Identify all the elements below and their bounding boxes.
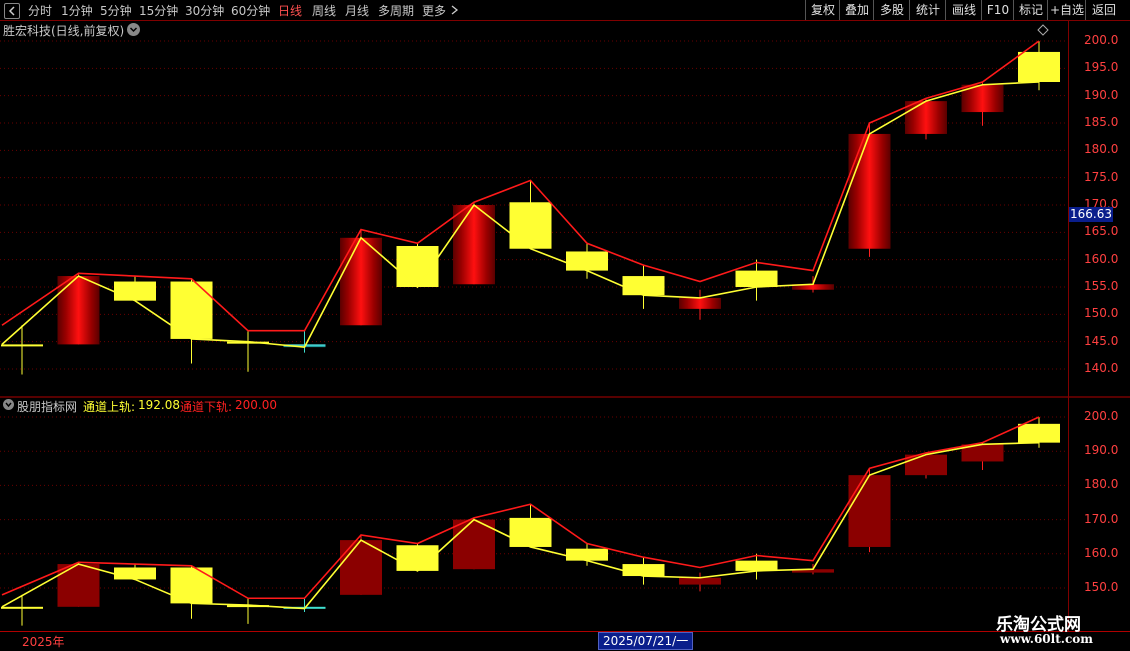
axis-tick-label: 155.0 [1084, 279, 1119, 293]
indicator-menu-button[interactable] [3, 399, 14, 410]
chevron-right-icon [451, 5, 459, 15]
candle-body [57, 564, 100, 607]
period-toolbar: 分时 1分钟 5分钟 15分钟 30分钟 60分钟 日线 周线 月线 多周期 更… [0, 0, 1130, 21]
chevron-down-icon [5, 402, 12, 408]
multi-stock-button[interactable]: 多股 [873, 0, 910, 20]
statistics-button[interactable]: 统计 [909, 0, 946, 20]
axis-tick-label: 200.0 [1084, 409, 1119, 423]
adjust-button[interactable]: 复权 [805, 0, 840, 20]
diamond-icon[interactable] [1037, 24, 1049, 36]
candle-body [1, 606, 43, 609]
indicator-grid [0, 416, 1068, 589]
candle-body [848, 475, 891, 547]
back-button[interactable]: 返回 [1085, 0, 1122, 20]
period-tab-5min[interactable]: 5分钟 [100, 2, 132, 19]
candle-body [622, 564, 665, 577]
period-tab-multi[interactable]: 多周期 [378, 2, 414, 19]
year-label: 2025年 [22, 635, 65, 649]
candle-body [679, 577, 721, 585]
add-watchlist-button[interactable]: +自选 [1047, 0, 1086, 20]
period-tab-timeshare[interactable]: 分时 [28, 2, 52, 19]
period-tab-15min[interactable]: 15分钟 [139, 2, 178, 19]
axis-tick-label: 190.0 [1084, 443, 1119, 458]
candle-body [57, 276, 100, 345]
period-tab-30min[interactable]: 30分钟 [185, 2, 224, 19]
period-tab-weekly[interactable]: 周线 [312, 2, 336, 19]
axis-tick-label: 145.0 [1084, 333, 1119, 348]
candle-body [566, 548, 608, 561]
period-tab-daily[interactable]: 日线 [278, 2, 302, 19]
candle-body [1018, 423, 1060, 443]
axis-tick-label: 160.0 [1084, 545, 1119, 560]
kline-chart-area[interactable] [0, 21, 1130, 631]
axis-tick-label: 160.0 [1084, 251, 1119, 266]
cursor-date-label: 2025/07/21/一 [598, 632, 694, 650]
axis-tick-label: 140.0 [1084, 361, 1119, 375]
candle-body [170, 281, 213, 339]
axis-tick-label: 200.0 [1084, 33, 1119, 47]
last-price-tag: 166.63 [1069, 207, 1113, 222]
lower-band-value: 200.00 [235, 398, 277, 412]
candle-body [905, 101, 947, 134]
mark-button[interactable]: 标记 [1013, 0, 1048, 20]
overlay-button[interactable]: 叠加 [839, 0, 874, 20]
candle-body [509, 202, 552, 249]
axis-tick-label: 180.0 [1084, 142, 1119, 157]
candle-body [114, 281, 156, 301]
axis-tick-label: 175.0 [1084, 169, 1119, 184]
axis-tick-label: 150.0 [1084, 580, 1119, 594]
date-axis-bar: 2025年 2025/07/21/一 [0, 631, 1130, 651]
axis-tick-label: 170.0 [1084, 511, 1119, 526]
main-pane-menu-button[interactable] [127, 23, 140, 36]
axis-separator [1068, 20, 1069, 632]
upper-band-label: 通道上轨: [83, 400, 136, 414]
watermark-url: www.60lt.com [1000, 632, 1093, 646]
candle-body [622, 276, 665, 296]
period-tab-more[interactable]: 更多 [422, 2, 446, 19]
indicator-name: 股朋指标网 [17, 400, 78, 414]
f10-button[interactable]: F10 [981, 0, 1014, 20]
candle-body [566, 251, 608, 271]
candle-body [735, 270, 778, 287]
candle-body [1, 344, 43, 347]
draw-line-button[interactable]: 画线 [945, 0, 982, 20]
axis-tick-label: 190.0 [1084, 87, 1119, 102]
chevron-down-icon [129, 27, 138, 33]
main-pane-title: 胜宏科技(日线,前复权) [3, 24, 125, 38]
collapse-toolbar-button[interactable] [4, 3, 20, 19]
axis-tick-label: 165.0 [1084, 224, 1119, 239]
candle-body [735, 560, 778, 571]
axis-tick-label: 180.0 [1084, 477, 1119, 492]
period-tab-monthly[interactable]: 月线 [345, 2, 369, 19]
lower-band-label: 通道下轨: [180, 400, 233, 414]
axis-tick-label: 150.0 [1084, 306, 1119, 321]
axis-tick-label: 185.0 [1084, 115, 1119, 129]
indicator-candles [1, 416, 1060, 626]
candle-body [114, 567, 156, 580]
candle-body [679, 297, 721, 309]
candle-body [509, 517, 552, 547]
candle-body [1018, 51, 1060, 82]
chevron-left-icon [8, 6, 15, 16]
period-tab-60min[interactable]: 60分钟 [231, 2, 270, 19]
axis-tick-label: 195.0 [1084, 60, 1119, 75]
main-candles [1, 40, 1060, 375]
upper-band-value: 192.08 [138, 398, 180, 412]
candle-body [848, 133, 891, 249]
period-tab-1min[interactable]: 1分钟 [61, 2, 93, 19]
